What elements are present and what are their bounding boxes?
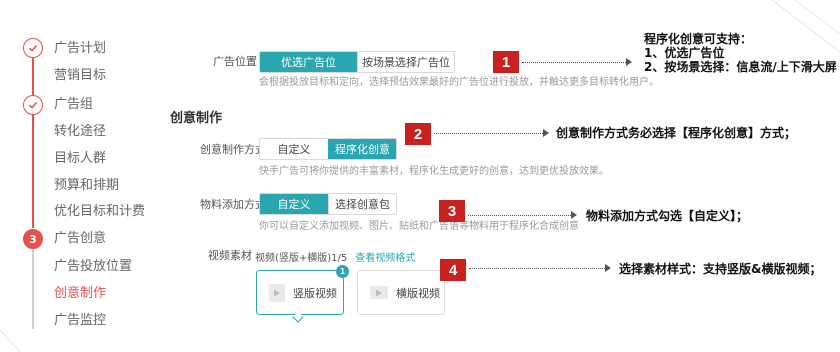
step-connector [32, 249, 34, 329]
note-line: 1、优选广告位 [644, 46, 725, 60]
annotation-number-4: 4 [440, 259, 466, 281]
arrow-right-icon [605, 264, 611, 272]
video-card-label: 横版视频 [396, 286, 440, 300]
annotation-number-3: 3 [439, 200, 465, 222]
play-icon [370, 286, 388, 299]
annotation-note-2: 创意制作方式务必选择【程序化创意】方式； [556, 126, 797, 140]
step-connector [32, 57, 34, 95]
step-done-check-icon [23, 38, 43, 58]
sidebar-item-optimization-billing[interactable]: 优化目标和计费 [54, 204, 145, 220]
step-connector [32, 114, 34, 228]
annotation-arrow-line [434, 133, 543, 134]
play-icon [269, 283, 285, 302]
section-title: 创意制作 [170, 111, 223, 126]
material-method-option-package[interactable]: 选择创意包 [328, 194, 396, 214]
creative-method-label: 创意制作方式 [200, 143, 266, 156]
sidebar-item-marketing-goal[interactable]: 营销目标 [54, 68, 106, 84]
count-badge: 1 [336, 265, 349, 278]
annotation-note-4: 选择素材样式：支持竖版&横版视频； [619, 262, 822, 276]
note-line: 程序化创意可支持： [644, 32, 753, 46]
step-done-check-icon [23, 95, 43, 115]
video-count: 视频(竖版+横版)1/5 [255, 253, 348, 264]
sidebar-item-budget-schedule[interactable]: 预算和排期 [54, 178, 119, 194]
arrow-right-icon [571, 211, 577, 219]
material-method-selector: 自定义 选择创意包 [259, 193, 397, 215]
placement-option-by-scene[interactable]: 按场景选择广告位 [357, 52, 454, 72]
arrow-right-icon [626, 58, 632, 66]
annotation-note-3: 物料添加方式勾选【自定义】； [586, 209, 749, 223]
creative-method-option-custom[interactable]: 自定义 [260, 139, 328, 159]
creative-method-selector: 自定义 程序化创意 [259, 138, 397, 160]
sidebar-item-ad-group[interactable]: 广告组 [54, 97, 93, 113]
placement-hint: 会根据投放目标和定向，选择预估效果最好的广告位进行投放，并触达更多目标转化用户。 [259, 77, 659, 88]
step-sidebar: 3 广告计划 营销目标 广告组 转化途径 目标人群 预算和排期 优化目标和计费 … [0, 0, 160, 352]
video-meta: 视频(竖版+横版)1/5 查看视频格式 [255, 249, 415, 264]
annotation-arrow-line [522, 62, 626, 63]
video-card-horizontal[interactable]: 横版视频 [357, 270, 445, 315]
material-method-hint: 你可以自定义添加视频、图片、贴纸和广告语等物料用于程序化合成创意 [259, 221, 579, 232]
video-card-vertical[interactable]: 竖版视频 1 [256, 265, 349, 315]
sidebar-item-conversion-path[interactable]: 转化途径 [54, 124, 106, 140]
sidebar-item-ad-creative[interactable]: 广告创意 [54, 231, 106, 247]
arrow-right-icon [543, 129, 549, 137]
annotation-arrow-line [468, 215, 571, 216]
video-card-label: 竖版视频 [293, 286, 337, 300]
sidebar-item-ad-placement[interactable]: 广告投放位置 [54, 259, 132, 275]
annotation-note-1: 程序化创意可支持： 1、优选广告位 2、按场景选择：信息流/上下滑大屏 [644, 32, 837, 74]
annotation-arrow-line [469, 268, 605, 269]
placement-selector: 优选广告位 按场景选择广告位 [259, 51, 455, 73]
sidebar-item-target-audience[interactable]: 目标人群 [54, 151, 106, 167]
note-line: 2、按场景选择：信息流/上下滑大屏 [644, 60, 837, 74]
creative-method-hint: 快手广告可将你提供的丰富素材，程序化生成更好的创意，达到更优投放效果。 [259, 166, 609, 177]
video-label: 视频素材 [208, 249, 252, 262]
sidebar-item-ad-plan[interactable]: 广告计划 [54, 41, 106, 57]
annotation-number-2: 2 [405, 123, 431, 145]
material-method-option-custom[interactable]: 自定义 [260, 194, 328, 214]
sidebar-item-ad-monitoring[interactable]: 广告监控 [54, 313, 106, 329]
annotation-number-1: 1 [493, 51, 519, 73]
video-format-link[interactable]: 查看视频格式 [355, 253, 415, 264]
placement-label: 广告位置 [213, 55, 257, 68]
step-number-badge: 3 [23, 229, 43, 249]
sidebar-item-creative-production[interactable]: 创意制作 [54, 286, 106, 302]
creative-method-option-programmatic[interactable]: 程序化创意 [328, 139, 396, 159]
placement-option-optimal[interactable]: 优选广告位 [260, 52, 357, 72]
material-method-label: 物料添加方式 [200, 198, 266, 211]
